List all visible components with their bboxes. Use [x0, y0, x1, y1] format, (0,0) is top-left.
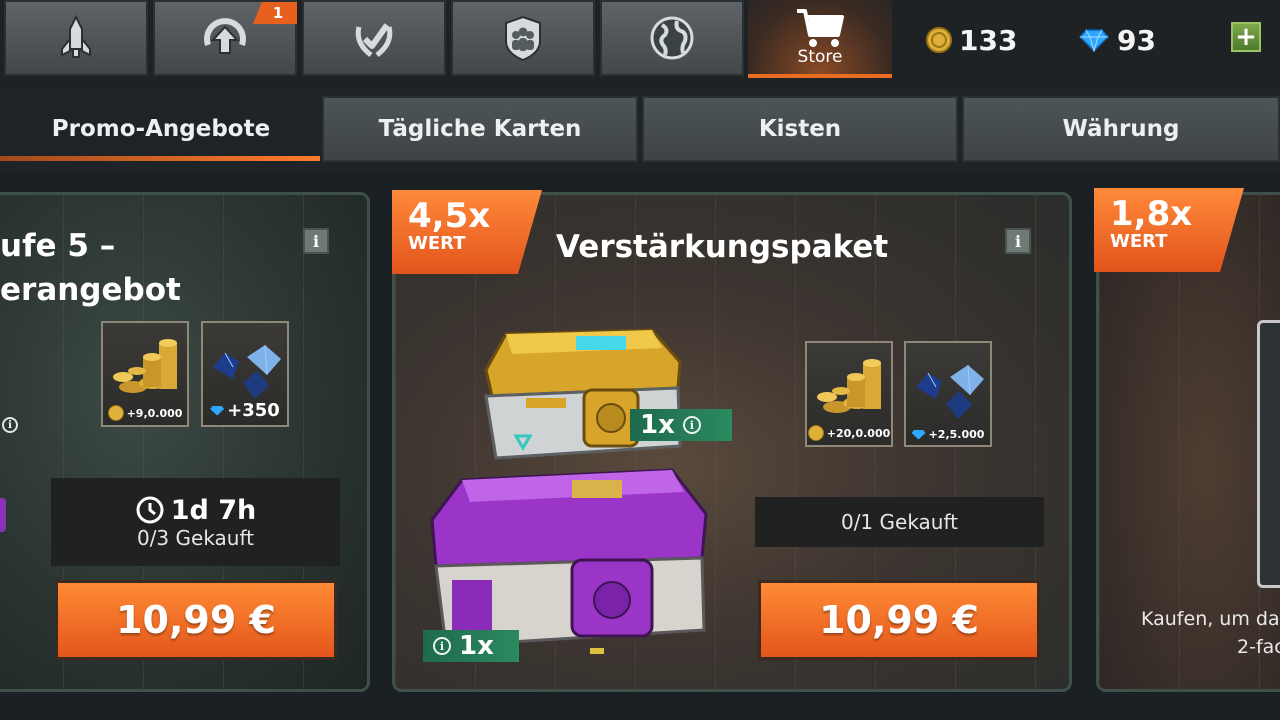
tab-kisten[interactable]: Kisten: [642, 96, 958, 162]
offer-title-left-line2: erangebot: [0, 272, 181, 308]
coin-amount: 133: [959, 23, 1018, 57]
store-label: Store: [797, 47, 843, 67]
reward-gems-value: +350: [203, 400, 287, 421]
laurel-check-icon: [355, 23, 393, 57]
gem-icon: [1079, 29, 1109, 52]
nav-button-upgrades[interactable]: 1: [153, 0, 297, 76]
clan-shield-icon: [505, 15, 541, 62]
offer-status-left: 1d 7h 0/3 Gekauft: [51, 478, 340, 566]
add-currency-button[interactable]: +: [1231, 22, 1261, 52]
gem-icon: [911, 429, 926, 440]
info-circle-icon[interactable]: i: [682, 416, 701, 434]
tab-waehrung[interactable]: Währung: [962, 96, 1280, 162]
nav-button-world[interactable]: [600, 0, 744, 76]
quantity-value: 1x: [640, 410, 675, 440]
coin-icon: [107, 405, 124, 421]
quantity-tag-gold-crate: 1x i: [630, 409, 732, 441]
buy-button-left[interactable]: 10,99 €: [55, 580, 337, 660]
shopping-cart-icon: [797, 9, 844, 47]
price-label: 10,99 €: [116, 598, 276, 642]
buy-button-middle[interactable]: 10,99 €: [758, 580, 1040, 660]
tab-label: Kisten: [758, 116, 842, 142]
quantity-value: 1x: [459, 631, 494, 661]
upgrade-arrow-icon: [204, 18, 246, 54]
reward-tile-coins-middle: +20,0.000: [805, 341, 893, 447]
offer-status-middle: 0/1 Gekauft: [755, 497, 1044, 547]
bought-count: 0/3 Gekauft: [136, 525, 255, 550]
offer-note-line2: 2-fac: [1237, 636, 1280, 658]
nav-button-achievements[interactable]: [302, 0, 446, 76]
preview-frame: [1257, 320, 1280, 588]
coin-balance: 133: [925, 20, 1017, 60]
offer-note-line1: Kaufen, um da: [1141, 608, 1280, 630]
coin-icon: [926, 27, 952, 53]
offer-title-middle: Verstärkungspaket: [556, 229, 889, 265]
rocket-icon: [61, 14, 91, 58]
reward-gems-value: +2,5.000: [906, 428, 990, 441]
clock-icon: [136, 496, 164, 524]
info-icon: i: [312, 231, 320, 251]
value-label: WERT: [408, 233, 466, 254]
tab-taegliche-karten[interactable]: Tägliche Karten: [322, 96, 638, 162]
sapphire-gems-icon: [916, 364, 984, 419]
globe-icon: [650, 16, 694, 60]
reward-tile-gems-middle: +2,5.000: [904, 341, 992, 447]
quantity-tag-purple-crate: i 1x: [423, 630, 519, 662]
tab-label: Promo-Angebote: [51, 116, 271, 142]
tab-label: Währung: [1062, 116, 1180, 142]
reward-tile-gems-left: +350: [201, 321, 289, 427]
plus-icon: +: [1235, 22, 1257, 52]
gold-coins-pile-icon: [817, 359, 881, 413]
nav-button-hangar[interactable]: [4, 0, 148, 76]
price-label: 10,99 €: [819, 598, 979, 642]
offer-title-left-line1: ufe 5 –: [0, 228, 116, 264]
info-circle-icon[interactable]: i: [433, 637, 451, 655]
gem-amount: 93: [1117, 23, 1156, 57]
coin-icon: [807, 425, 824, 441]
info-button-middle[interactable]: i: [1005, 228, 1031, 254]
value-multiplier: 4,5x: [408, 196, 491, 236]
gold-crate-image: [484, 328, 682, 460]
gem-balance: 93: [1079, 20, 1156, 60]
value-multiplier: 1,8x: [1110, 194, 1193, 234]
nav-button-store[interactable]: Store: [748, 0, 892, 78]
active-tab-indicator: [0, 156, 320, 161]
info-icon: i: [1014, 231, 1022, 251]
notification-badge: 1: [253, 2, 297, 24]
tab-promo-angebote[interactable]: Promo-Angebote: [0, 96, 322, 162]
gold-coins-pile-icon: [113, 339, 177, 393]
offer-timer: 1d 7h: [135, 495, 256, 526]
value-badge-right: 1,8x WERT: [1094, 188, 1244, 272]
purple-crate-fragment: [0, 498, 6, 532]
reward-coins-value: +9,0.000: [103, 405, 187, 421]
value-badge-middle: 4,5x WERT: [392, 190, 542, 274]
reward-tile-coins-left: +9,0.000: [101, 321, 189, 427]
info-button-left[interactable]: i: [303, 228, 329, 254]
reward-coins-value: +20,0.000: [807, 425, 891, 441]
value-label: WERT: [1110, 231, 1168, 252]
nav-button-clan[interactable]: [451, 0, 595, 76]
tab-label: Tägliche Karten: [378, 116, 582, 142]
bought-count: 0/1 Gekauft: [840, 510, 959, 534]
sapphire-gems-icon: [213, 344, 281, 399]
gem-icon: [210, 405, 225, 416]
info-circle-icon[interactable]: i: [2, 417, 18, 433]
